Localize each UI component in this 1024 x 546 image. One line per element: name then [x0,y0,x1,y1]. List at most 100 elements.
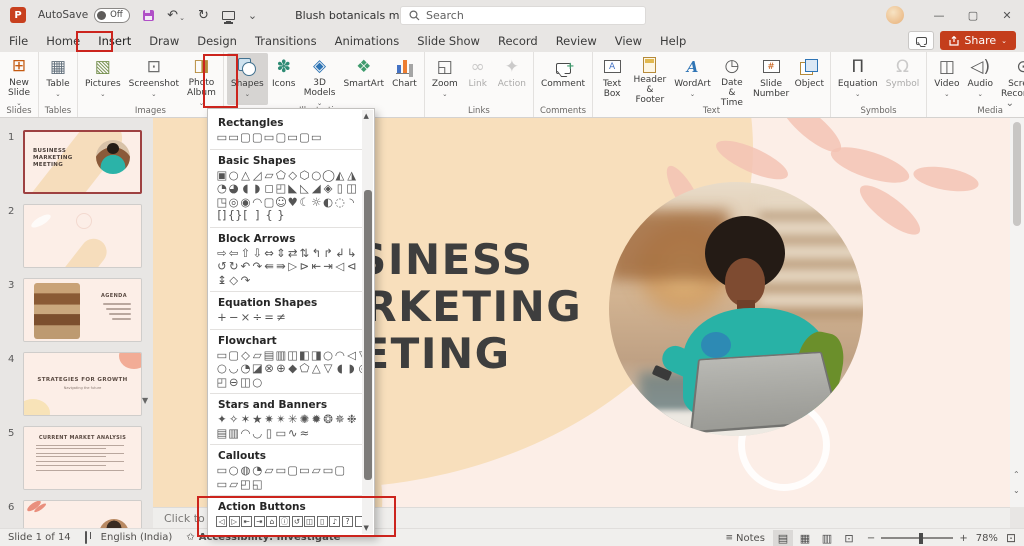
thumbnail-scroll-down-icon[interactable]: ▼ [142,396,148,405]
shape-item[interactable]: ◻ [263,182,275,195]
pictures-button[interactable]: ▧Pictures⌄ [81,53,125,105]
shape-item[interactable]: ▯ [263,427,275,440]
shape-item[interactable]: ◣ [287,182,299,195]
shape-item[interactable]: ✧ [228,413,240,426]
shape-item[interactable]: ⇦ [228,247,240,260]
shape-item[interactable]: ◰ [240,478,252,491]
shape-item[interactable]: ◫ [287,349,299,362]
qat-overflow-icon[interactable]: ⌄ [248,9,257,22]
shape-item[interactable]: ▭ [216,131,228,144]
photo-album-button[interactable]: ◨Photo Album⌄ [183,53,220,105]
shape-item[interactable]: ▢ [275,131,287,144]
shape-item[interactable]: ❉ [346,413,358,426]
shape-item[interactable]: ⇨ [216,247,228,260]
circular-photo[interactable] [609,182,863,436]
shape-item[interactable]: ◳ [216,196,228,209]
autosave-toggle[interactable]: Off [94,8,130,23]
comment-button[interactable]: Comment [537,53,589,105]
zoom-level[interactable]: 78% [976,533,998,544]
shape-item[interactable]: ◰ [216,376,228,389]
shape-item[interactable]: ◭ [334,169,346,182]
shape-item[interactable]: ❂ [322,413,334,426]
shape-item[interactable]: ⇄ [287,247,299,260]
shape-item[interactable]: ▷ [229,516,240,527]
shape-item[interactable]: ◇ [240,349,252,362]
date-&-time-button[interactable]: ◷Date & Time [713,53,750,105]
tab-design[interactable]: Design [188,31,246,51]
shape-item[interactable]: ↶ [240,260,252,273]
slideshow-button[interactable]: ⊡ [839,530,859,546]
shape-item[interactable]: ◖ [334,362,346,375]
shape-item[interactable]: ◯ [322,169,334,182]
scroll-up-icon[interactable]: ▲ [364,112,369,120]
slide-thumbnail-2[interactable] [23,204,142,268]
shape-item[interactable]: ↨ [216,274,228,287]
zoom-thumb[interactable] [919,533,923,544]
shape-item[interactable]: ◗ [251,182,263,195]
tab-view[interactable]: View [606,31,651,51]
shape-item[interactable]: ▭ [216,478,228,491]
shape-item[interactable]: ▷ [287,260,299,273]
reading-view-button[interactable]: ▥ [817,530,837,546]
shape-item[interactable]: ◫ [304,516,315,527]
shape-item[interactable]: ⬡ [299,169,311,182]
shape-item[interactable]: ⊗ [263,362,275,375]
shape-item[interactable]: ↻ [228,260,240,273]
shape-item[interactable]: ▭ [299,464,311,477]
icons-button[interactable]: ✽Icons [268,53,300,105]
shape-item[interactable]: ▭ [228,131,240,144]
shape-item[interactable]: ◖ [240,182,252,195]
shape-item[interactable]: ÷ [251,311,263,324]
shape-item[interactable]: ▢ [251,131,263,144]
shape-item[interactable]: ▭ [275,427,287,440]
shape-item[interactable]: ◠ [334,349,346,362]
shape-item[interactable]: ◪ [251,362,263,375]
slide-sorter-button[interactable]: ▦ [795,530,815,546]
new-slide-button[interactable]: ⊞New Slide⌄ [3,53,35,105]
notes-toggle[interactable]: Notes [736,533,765,544]
shape-item[interactable]: ◫ [240,376,252,389]
tab-review[interactable]: Review [547,31,606,51]
shape-item[interactable]: ▭ [216,464,228,477]
-d-models-button[interactable]: ◈3D Models⌄ [300,53,340,105]
shape-item[interactable]: ⇕ [275,247,287,260]
object-button[interactable]: Object [792,53,827,105]
shape-item[interactable]: ▭ [275,464,287,477]
shape-item[interactable]: ♥ [287,196,299,209]
normal-view-button[interactable]: ▤ [773,530,793,546]
shape-item[interactable]: ◫ [346,182,358,195]
shape-item[interactable]: ○ [310,169,322,182]
zoom-button[interactable]: ◱Zoom⌄ [428,53,462,105]
shape-item[interactable]: ◁ [334,260,346,273]
shape-item[interactable]: ☾ [299,196,311,209]
shape-item[interactable]: ▱ [251,349,263,362]
undo-button[interactable]: ↶⌄ [167,9,185,22]
search-input[interactable]: Search [400,6,646,25]
shape-item[interactable]: } [275,209,287,222]
shape-item[interactable]: ✷ [263,413,275,426]
shape-item[interactable]: ★ [251,413,263,426]
table-button[interactable]: ▦Table⌄ [42,53,74,105]
zoom-in-icon[interactable]: + [959,533,967,544]
shape-item[interactable]: ◎ [228,196,240,209]
slide-thumbnail-4[interactable]: STRATEGIES FOR GROWTHNavigating the futu… [23,352,142,416]
shape-item[interactable]: ▤ [263,349,275,362]
shapes-button[interactable]: Shapes⌄ [227,53,268,105]
shape-item[interactable]: ⊕ [275,362,287,375]
shape-item[interactable]: ◕ [228,182,240,195]
shape-item[interactable]: △ [310,362,322,375]
audio-button[interactable]: ◁)Audio⌄ [963,53,997,105]
shape-item[interactable]: ▢ [263,196,275,209]
shape-item[interactable]: ◝ [346,196,358,209]
header-&-footer-button[interactable]: Header & Footer [628,53,672,105]
shape-item[interactable]: + [216,311,228,324]
shape-item[interactable]: ▢ [240,131,252,144]
shape-item[interactable]: ↷ [251,260,263,273]
shape-item[interactable]: ✦ [216,413,228,426]
zoom-out-icon[interactable]: − [867,533,875,544]
shape-item[interactable]: ◍ [240,464,252,477]
tab-slide-show[interactable]: Slide Show [408,31,489,51]
shape-item[interactable]: ▭ [216,349,228,362]
shape-item[interactable]: ○ [322,349,334,362]
share-button[interactable]: Share ⌄ [940,31,1016,50]
